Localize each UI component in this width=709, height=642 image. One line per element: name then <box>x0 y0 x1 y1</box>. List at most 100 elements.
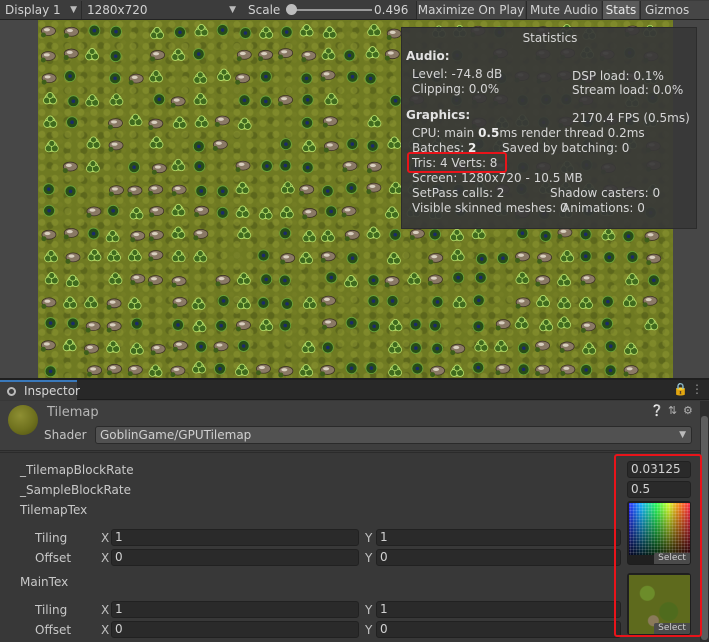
tile-sprite <box>128 113 143 127</box>
preset-icon[interactable]: ⇅ <box>668 404 677 417</box>
tile-sprite <box>280 253 296 265</box>
tile-sprite <box>67 317 79 330</box>
maximize-on-play-button[interactable]: Maximize On Play <box>416 1 525 19</box>
shader-dropdown[interactable]: GoblinGame/GPUTilemap ▼ <box>95 426 692 444</box>
tile-sprite <box>515 297 531 309</box>
mute-audio-button[interactable]: Mute Audio <box>526 1 601 19</box>
tile-sprite <box>321 185 334 197</box>
tile-sprite <box>41 229 57 242</box>
tile-sprite <box>601 317 614 330</box>
tile-sprite <box>604 340 617 353</box>
inspector-tab-bar: Inspector 🔒 ⋮ <box>0 380 709 400</box>
statistics-panel: Statistics Audio: Level: -74.8 dB DSP lo… <box>401 27 697 229</box>
tile-sprite <box>579 296 593 309</box>
tile-sprite <box>150 26 164 40</box>
tile-sprite <box>301 116 314 129</box>
tile-sprite <box>368 320 381 333</box>
main-tiling-y-label: Y <box>365 603 373 617</box>
tile-sprite <box>450 248 465 262</box>
tile-sprite <box>472 294 485 307</box>
tile-sprite <box>87 365 103 377</box>
tilemap-tiling-x-field[interactable]: 1 <box>111 529 359 546</box>
tile-sprite <box>149 70 163 83</box>
tile-sprite <box>431 296 444 308</box>
display-label: Display 1 <box>5 3 61 17</box>
tile-sprite <box>320 251 336 263</box>
menu-icon[interactable]: ⋮ <box>691 382 703 396</box>
tile-sprite <box>172 116 187 129</box>
lock-icon[interactable]: 🔒 <box>673 382 688 396</box>
tile-sprite <box>342 161 358 173</box>
tile-sprite <box>106 340 121 353</box>
help-icon[interactable]: ❔ <box>650 404 664 417</box>
tab-inspector[interactable]: Inspector <box>0 380 80 400</box>
tile-sprite <box>535 340 550 353</box>
tile-sprite <box>43 92 57 105</box>
tile-sprite <box>63 296 78 309</box>
tilemap-offset-label: Offset <box>35 551 72 565</box>
main-offset-label: Offset <box>35 623 72 637</box>
scale-slider-track[interactable] <box>288 9 372 11</box>
tile-sprite <box>411 362 424 375</box>
tile-sprite <box>171 249 186 263</box>
gizmos-dropdown[interactable]: Gizmos <box>640 1 709 19</box>
tilemap-tiling-x-label: X <box>101 531 110 545</box>
tile-sprite <box>388 364 402 377</box>
tile-sprite <box>235 205 250 218</box>
tilemap-offset-x-field[interactable]: 0 <box>111 549 359 566</box>
stream-load: Stream load: 0.0% <box>572 83 684 97</box>
tile-sprite <box>580 364 593 376</box>
tile-sprite <box>259 26 274 39</box>
tile-sprite <box>539 318 554 332</box>
tile-sprite <box>130 273 146 286</box>
tile-sprite <box>642 295 658 308</box>
inspector-scrollbar-thumb[interactable] <box>701 416 708 640</box>
tile-sprite <box>364 72 377 85</box>
statistics-title: Statistics <box>522 31 578 45</box>
tile-sprite <box>108 140 124 152</box>
tile-sprite <box>622 230 635 243</box>
main-offset-y-field[interactable]: 0 <box>376 621 621 638</box>
tile-sprite <box>302 208 318 220</box>
visible-skinned-meshes: Visible skinned meshes: 0 <box>412 201 568 215</box>
tile-sprite <box>279 206 294 219</box>
tile-sprite <box>153 93 166 106</box>
main-tiling-y-field[interactable]: 1 <box>376 601 621 618</box>
tile-sprite <box>235 160 251 173</box>
tile-sprite <box>517 363 530 376</box>
tile-sprite <box>320 365 336 377</box>
tilemap-tiling-y-label: Y <box>365 531 373 545</box>
tile-sprite <box>171 203 186 217</box>
scale-slider-thumb[interactable] <box>286 4 297 15</box>
tile-sprite <box>170 365 186 378</box>
tile-sprite <box>194 115 209 128</box>
display-dropdown[interactable]: Display 1 ▼ <box>0 1 81 19</box>
settings-icon[interactable]: ⚙ <box>683 404 693 417</box>
tile-sprite <box>44 250 58 263</box>
tile-sprite <box>259 318 274 332</box>
stats-button[interactable]: Stats <box>602 1 639 19</box>
tilemap-tex-label: TilemapTex <box>20 503 88 517</box>
tile-sprite <box>171 158 186 172</box>
tile-sprite <box>150 343 166 356</box>
game-view-toolbar: Display 1 ▼ 1280x720 ▼ Scale 0.496 Maxim… <box>0 0 709 20</box>
main-offset-x-field[interactable]: 0 <box>111 621 359 638</box>
tile-sprite <box>622 294 637 308</box>
resolution-dropdown[interactable]: 1280x720 ▼ <box>81 1 240 19</box>
tile-sprite <box>625 273 640 286</box>
tile-sprite <box>366 161 382 174</box>
tile-sprite <box>217 295 230 307</box>
tilemap-offset-y-field[interactable]: 0 <box>376 549 621 566</box>
tile-sprite <box>388 341 402 354</box>
animations-readout: Animations: 0 <box>562 201 645 215</box>
tile-sprite <box>108 185 124 197</box>
tile-sprite <box>322 318 337 330</box>
main-tiling-label: Tiling <box>35 603 68 617</box>
tile-sprite <box>67 95 80 108</box>
main-tiling-x-field[interactable]: 1 <box>111 601 359 618</box>
tile-sprite <box>367 23 382 37</box>
tile-sprite <box>128 73 144 86</box>
tile-sprite <box>389 94 402 107</box>
tilemap-tiling-y-field[interactable]: 1 <box>376 529 621 546</box>
tile-sprite <box>87 227 100 240</box>
